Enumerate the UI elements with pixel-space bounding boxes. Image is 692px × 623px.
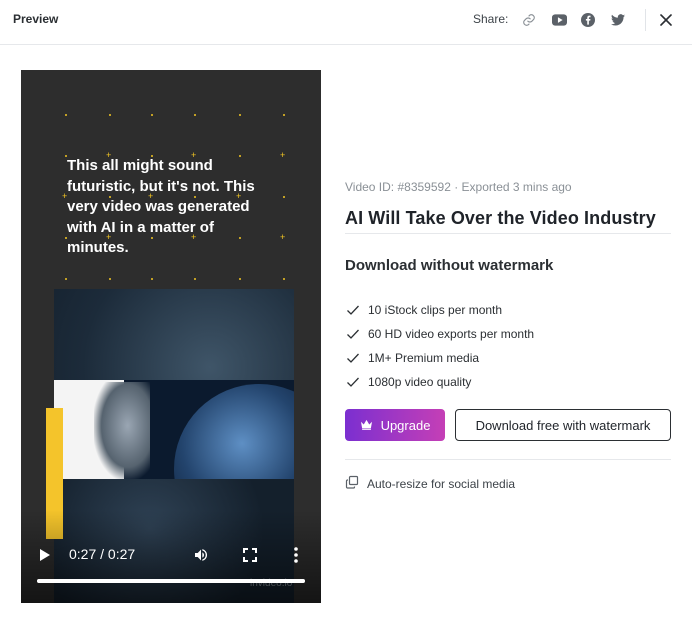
video-overlay-text: This all might sound futuristic, but it'… [67, 157, 255, 256]
share-label: Share: [473, 12, 509, 26]
decorative-sparkle [65, 114, 67, 116]
link-icon[interactable] [521, 12, 537, 28]
volume-icon[interactable] [193, 547, 209, 568]
title-underline [345, 233, 671, 234]
feature-item: 10 iStock clips per month [345, 298, 534, 322]
section-divider [345, 459, 671, 460]
auto-resize-option[interactable]: Auto-resize for social media [345, 475, 515, 492]
decorative-sparkle [239, 114, 241, 116]
twitter-icon[interactable] [610, 12, 626, 28]
video-meta: Video ID: #8359592 · Exported 3 mins ago [345, 180, 572, 194]
decorative-sparkle [194, 278, 196, 280]
decorative-sparkle [283, 114, 285, 116]
decorative-sparkle [109, 114, 111, 116]
copy-resize-icon [345, 475, 359, 492]
check-icon [345, 374, 361, 390]
feature-item: 1080p video quality [345, 370, 534, 394]
check-icon [345, 302, 361, 318]
feature-label: 1M+ Premium media [368, 351, 480, 365]
video-title[interactable]: AI Will Take Over the Video Industry [345, 208, 656, 229]
feature-label: 60 HD video exports per month [368, 327, 535, 341]
decorative-sparkle [194, 114, 196, 116]
decorative-sparkle [283, 196, 285, 198]
facebook-icon[interactable] [580, 12, 596, 28]
header-divider [645, 9, 646, 31]
check-icon [345, 350, 361, 366]
upgrade-button[interactable]: Upgrade [345, 409, 445, 441]
upgrade-label: Upgrade [380, 417, 431, 433]
page-title: Preview [13, 12, 59, 26]
decorative-sparkle: + [280, 150, 286, 160]
decorative-sparkle [151, 114, 153, 116]
close-icon[interactable] [658, 12, 674, 28]
feature-list: 10 iStock clips per month 60 HD video ex… [345, 298, 534, 394]
youtube-icon[interactable] [551, 12, 567, 28]
decorative-sparkle [239, 278, 241, 280]
video-player[interactable]: + + + + + + + + + This all might sound futuristi… [21, 70, 321, 603]
auto-resize-label: Auto-resize for social media [367, 476, 516, 491]
more-options-icon[interactable] [294, 547, 298, 568]
decorative-sparkle [151, 278, 153, 280]
decorative-sparkle: + [280, 232, 286, 242]
download-subtitle: Download without watermark [345, 257, 554, 274]
feature-item: 60 HD video exports per month [345, 322, 534, 346]
feature-label: 1080p video quality [368, 375, 472, 389]
decorative-sparkle [109, 278, 111, 280]
download-free-button[interactable]: Download free with watermark [455, 409, 671, 441]
play-icon[interactable] [39, 548, 51, 567]
decorative-sparkle [283, 278, 285, 280]
video-watermark: invideo.io [250, 578, 293, 589]
fullscreen-icon[interactable] [243, 548, 257, 567]
decorative-sparkle [65, 278, 67, 280]
controls-overlay [21, 510, 321, 603]
preview-header: Preview Share: [0, 0, 692, 45]
crown-icon [360, 418, 373, 433]
feature-label: 10 iStock clips per month [368, 303, 503, 317]
check-icon [345, 326, 361, 342]
feature-item: 1M+ Premium media [345, 346, 534, 370]
video-time: 0:27 / 0:27 [69, 546, 136, 562]
